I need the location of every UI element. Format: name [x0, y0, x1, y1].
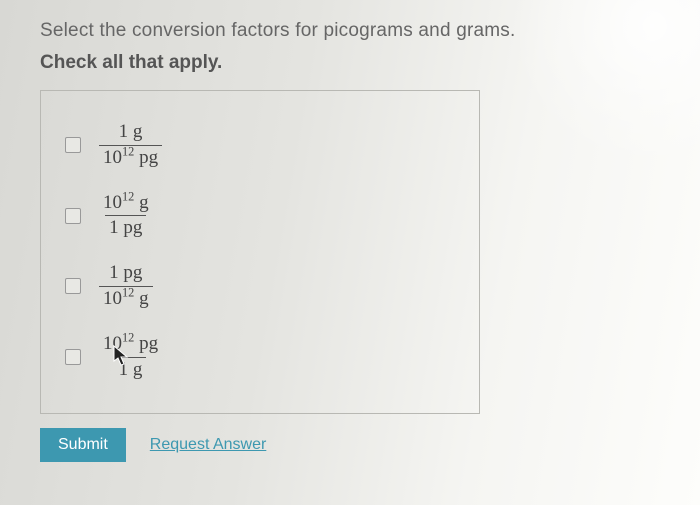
question-prompt: Select the conversion factors for picogr…	[40, 20, 660, 42]
question-instruction: Check all that apply.	[40, 52, 660, 74]
checkbox-icon[interactable]	[65, 278, 81, 294]
fraction: 1012 g 1 pg	[99, 192, 153, 241]
fraction: 1 g 1012 pg	[99, 121, 162, 170]
option-row[interactable]: 1 pg 1012 g	[65, 262, 455, 311]
submit-button[interactable]: Submit	[40, 428, 126, 462]
fraction: 1012 pg 1 g	[99, 333, 162, 382]
request-answer-link[interactable]: Request Answer	[150, 436, 267, 454]
options-container: 1 g 1012 pg 1012 g 1 pg 1 pg 1012 g 1012…	[40, 90, 480, 414]
option-row[interactable]: 1 g 1012 pg	[65, 121, 455, 170]
option-row[interactable]: 1012 pg 1 g	[65, 333, 455, 382]
action-bar: Submit Request Answer	[40, 428, 660, 462]
checkbox-icon[interactable]	[65, 208, 81, 224]
checkbox-icon[interactable]	[65, 137, 81, 153]
checkbox-icon[interactable]	[65, 349, 81, 365]
option-row[interactable]: 1012 g 1 pg	[65, 192, 455, 241]
fraction: 1 pg 1012 g	[99, 262, 153, 311]
